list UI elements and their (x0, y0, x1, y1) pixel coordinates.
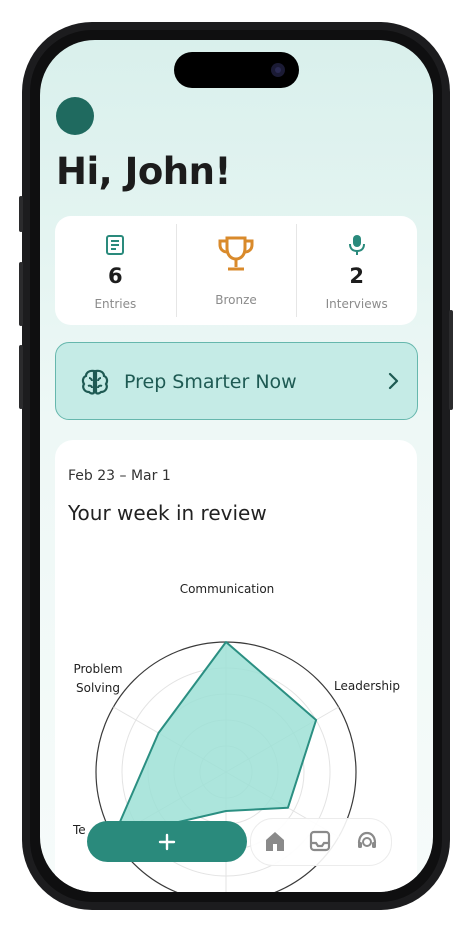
prep-label: Prep Smarter Now (124, 371, 297, 393)
stat-interviews[interactable]: 2 Interviews (296, 216, 417, 325)
axis-label-solving: Solving (76, 681, 120, 695)
document-icon (104, 234, 126, 264)
camera-icon (271, 63, 285, 77)
interviews-label: Interviews (325, 297, 388, 311)
stat-bronze[interactable]: Bronze (175, 216, 297, 325)
axis-label-problem: Problem (73, 662, 122, 676)
stat-entries[interactable]: 6 Entries (55, 216, 176, 325)
add-entry-button[interactable] (87, 821, 247, 862)
interviews-count: 2 (349, 264, 364, 288)
microphone-icon (346, 234, 368, 264)
axis-label-team: Te (72, 823, 86, 837)
power-button (449, 310, 453, 410)
bottom-nav (250, 818, 392, 866)
trophy-icon (216, 234, 256, 290)
entries-count: 6 (108, 264, 123, 288)
axis-label-communication: Communication (180, 582, 275, 596)
bronze-label: Bronze (215, 293, 257, 307)
volume-up-button (19, 262, 23, 326)
action-button (19, 196, 23, 232)
support-agent-icon[interactable] (355, 829, 379, 857)
home-icon[interactable] (264, 829, 286, 857)
brain-icon (80, 367, 110, 401)
inbox-icon[interactable] (309, 829, 331, 857)
app-screen: Hi, John! 6 Entries Bronze 2 Interviews … (40, 40, 433, 892)
dynamic-island (174, 52, 299, 88)
volume-down-button (19, 345, 23, 409)
entries-label: Entries (94, 297, 137, 311)
prep-smarter-button[interactable]: Prep Smarter Now (55, 342, 418, 420)
avatar[interactable] (56, 97, 94, 135)
chevron-right-icon (387, 372, 401, 394)
axis-label-leadership: Leadership (334, 679, 400, 693)
greeting: Hi, John! (56, 150, 231, 193)
stats-card: 6 Entries Bronze 2 Interviews (55, 216, 417, 325)
plus-icon (158, 833, 176, 850)
